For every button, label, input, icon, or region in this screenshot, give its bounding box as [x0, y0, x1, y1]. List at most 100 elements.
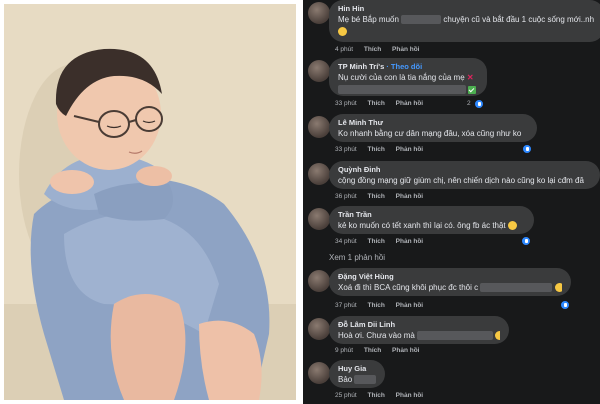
like-reaction-icon[interactable] [474, 99, 484, 109]
emoji-icon [495, 331, 500, 341]
reply-button[interactable]: Phản hồi [396, 100, 423, 107]
comment-author[interactable]: Lê Minh Thư [338, 117, 528, 128]
comment-text: Xoá đi thì BCA cũng khôi phục đc thôi c [338, 282, 562, 294]
comments-panel: Hin Hin Mẹ bé Bắp muốn chuyện cũ và bắt … [303, 0, 600, 404]
comment-text: kẻ ko muốn có tết xanh thì lại có. ông f… [338, 220, 525, 232]
like-button[interactable]: Thích [364, 347, 381, 354]
blurred-text [338, 85, 466, 95]
avatar[interactable] [308, 362, 330, 384]
avatar[interactable] [308, 270, 330, 292]
comment-time[interactable]: 34 phút [335, 238, 357, 245]
comment-text-part: Hoà ơi. Chưa vào mà [338, 331, 415, 340]
like-reaction-icon[interactable] [521, 236, 531, 246]
comment-item: Hin Hin Mẹ bé Bắp muốn chuyện cũ và bắt … [303, 0, 600, 56]
comment-text: Mẹ bé Bắp muốn chuyện cũ và bắt đầu 1 cu… [338, 14, 595, 26]
reply-button[interactable]: Phản hồi [396, 193, 423, 200]
comment-text: cộng đồng mạng giữ giùm chị, nên chiến d… [338, 176, 584, 185]
comment-author[interactable]: Hin Hin [338, 3, 595, 14]
like-button[interactable]: Thích [368, 193, 385, 200]
reply-button[interactable]: Phản hồi [396, 392, 423, 399]
comment-item: TP Minh Trí's · Theo dõi Nụ cười của con… [303, 58, 600, 112]
avatar[interactable] [308, 2, 330, 24]
comment-text-part: Xoá đi thì BCA cũng khôi phục đc thôi c [338, 283, 479, 292]
person-photo [4, 4, 296, 400]
comment-item: Huy Gia Bảo 25 phút Thích Phản hồi [303, 360, 600, 404]
comment-bubble: TP Minh Trí's · Theo dõi Nụ cười của con… [329, 58, 487, 96]
comment-time[interactable]: 4 phút [335, 46, 353, 53]
like-button[interactable]: Thích [368, 146, 385, 153]
comment-actions: 9 phút Thích Phản hồi [335, 347, 429, 354]
comment-actions: 33 phút Thích Phản hồi [335, 100, 432, 107]
comment-author[interactable]: Quỳnh Đinh [338, 164, 591, 175]
like-button[interactable]: Thích [368, 238, 385, 245]
comment-actions: 34 phút Thích Phản hồi [335, 238, 432, 245]
avatar[interactable] [308, 208, 330, 230]
smile-emoji-icon [338, 27, 347, 37]
comment-actions: 4 phút Thích Phản hồi [335, 46, 429, 53]
like-button[interactable]: Thích [368, 100, 385, 107]
comment-author[interactable]: Huy Gia [338, 363, 376, 374]
comment-emoji-line [338, 26, 595, 38]
like-button[interactable]: Thích [368, 392, 385, 399]
avatar[interactable] [308, 318, 330, 340]
like-reaction-icon[interactable] [522, 144, 532, 154]
check-mark-icon [468, 85, 477, 94]
comment-actions: 37 phút Thích Phản hồi [335, 302, 432, 309]
comment-author: TP Minh Trí's · Theo dõi [338, 61, 478, 72]
comment-text: Ko nhanh bằng cư dân mạng đâu, xóa cũng … [338, 129, 522, 138]
comment-bubble: Quỳnh Đinh cộng đồng mạng giữ giùm chị, … [329, 161, 600, 189]
blurred-text [401, 15, 442, 25]
comment-item: Đặng Việt Hùng Xoá đi thì BCA cũng khôi … [303, 268, 600, 312]
comment-author[interactable]: Trần Trần [338, 209, 525, 220]
comment-item: Lê Minh Thư Ko nhanh bằng cư dân mạng đâ… [303, 114, 600, 158]
photo-panel [4, 4, 296, 400]
blurred-text [417, 331, 494, 341]
avatar[interactable] [308, 163, 330, 185]
comment-actions: 36 phút Thích Phản hồi [335, 193, 432, 200]
comment-bubble: Lê Minh Thư Ko nhanh bằng cư dân mạng đâ… [329, 114, 537, 142]
reaction-count[interactable]: 2 [467, 100, 471, 107]
comment-bubble: Hin Hin Mẹ bé Bắp muốn chuyện cũ và bắt … [329, 0, 600, 42]
comment-bubble: Đặng Việt Hùng Xoá đi thì BCA cũng khôi … [329, 268, 571, 296]
comment-text: Bảo [338, 374, 376, 386]
comment-time[interactable]: 37 phút [335, 302, 357, 309]
reply-button[interactable]: Phản hồi [396, 238, 423, 245]
avatar[interactable] [308, 116, 330, 138]
comment-item: Quỳnh Đinh cộng đồng mạng giữ giùm chị, … [303, 161, 600, 203]
like-reaction-icon[interactable] [560, 300, 570, 310]
comment-time[interactable]: 25 phút [335, 392, 357, 399]
like-button[interactable]: Thích [364, 46, 381, 53]
comment-bubble: Huy Gia Bảo [329, 360, 385, 388]
comment-bubble: Trần Trần kẻ ko muốn có tết xanh thì lại… [329, 206, 534, 234]
like-button[interactable]: Thích [368, 302, 385, 309]
comment-actions: 25 phút Thích Phản hồi [335, 392, 432, 399]
comment-time[interactable]: 36 phút [335, 193, 357, 200]
reply-button[interactable]: Phản hồi [392, 347, 419, 354]
comment-time[interactable]: 33 phút [335, 100, 357, 107]
view-more-replies-link[interactable]: Xem 1 phản hồi [329, 253, 385, 262]
reply-button[interactable]: Phản hồi [396, 146, 423, 153]
comment-bubble: Đỗ Lâm Dii Linh Hoà ơi. Chưa vào mà [329, 316, 509, 344]
comment-text-part: chuyện cũ và bắt đầu 1 cuộc sống mới..nh [443, 15, 595, 24]
cross-mark-icon: ✕ [466, 73, 474, 82]
follow-link[interactable]: · Theo dõi [386, 62, 422, 71]
comment-text-line2 [338, 84, 478, 96]
comment-actions: 33 phút Thích Phản hồi [335, 146, 432, 153]
comment-time[interactable]: 9 phút [335, 347, 353, 354]
smile-emoji-icon [507, 221, 517, 231]
comment-text-part: Bảo [338, 375, 353, 384]
comment-author[interactable]: Đặng Việt Hùng [338, 271, 562, 282]
comment-author-name[interactable]: TP Minh Trí's [338, 62, 384, 71]
comment-text: Hoà ơi. Chưa vào mà [338, 330, 500, 342]
comment-text-part: kẻ ko muốn có tết xanh thì lại có. ông f… [338, 221, 506, 230]
comment-text-part: Nụ cười của con là tia nắng của mẹ [338, 73, 465, 82]
emoji-icon [554, 283, 562, 293]
reply-button[interactable]: Phản hồi [396, 302, 423, 309]
comment-text: Nụ cười của con là tia nắng của mẹ ✕ [338, 72, 478, 84]
blurred-text [354, 375, 376, 385]
comment-author[interactable]: Đỗ Lâm Dii Linh [338, 319, 500, 330]
reply-button[interactable]: Phản hồi [392, 46, 419, 53]
comment-time[interactable]: 33 phút [335, 146, 357, 153]
avatar[interactable] [308, 60, 330, 82]
blurred-text [480, 283, 553, 293]
